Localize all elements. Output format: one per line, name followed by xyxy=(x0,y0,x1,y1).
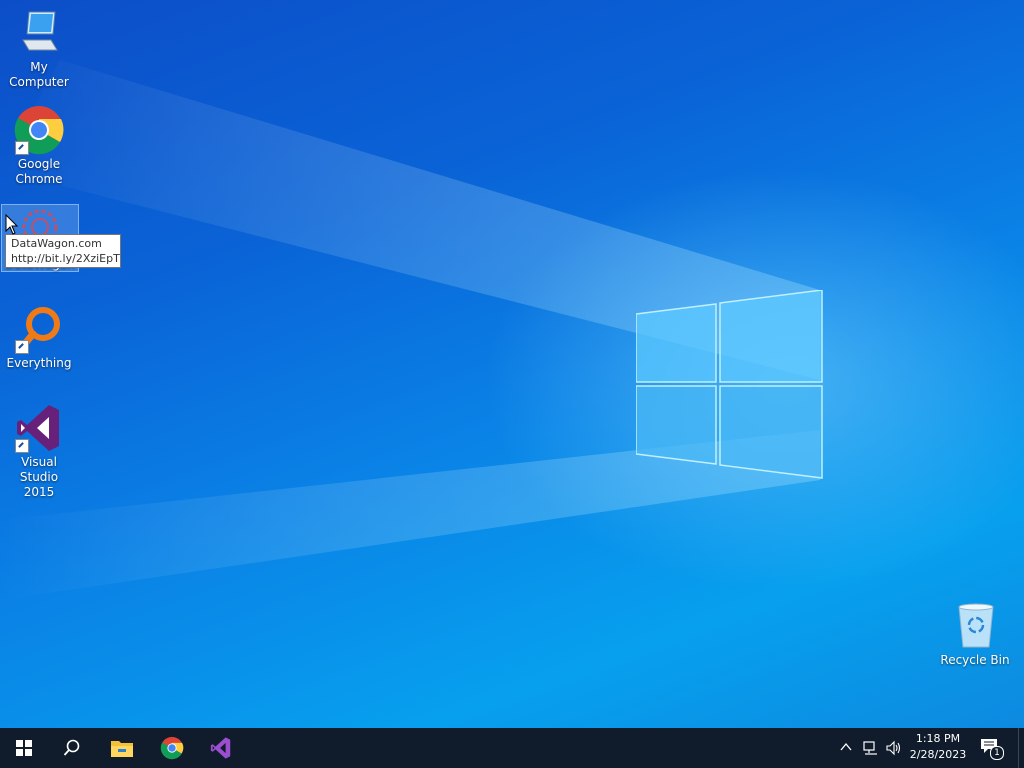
shortcut-arrow-icon xyxy=(15,439,29,453)
network-icon[interactable] xyxy=(863,740,879,756)
desktop-icon-visual-studio[interactable]: Visual Studio 2015 xyxy=(1,403,77,500)
search-button[interactable] xyxy=(48,728,96,768)
desktop[interactable]: My Computer Google Chrome DataWagon xyxy=(0,0,1024,728)
taskbar: 1:18 PM 2/28/2023 1 xyxy=(0,728,1024,768)
taskbar-clock[interactable]: 1:18 PM 2/28/2023 xyxy=(905,731,971,763)
mouse-cursor-icon xyxy=(5,214,19,235)
tooltip-title: DataWagon.com xyxy=(11,237,102,250)
desktop-icon-my-computer[interactable]: My Computer xyxy=(1,8,77,90)
shortcut-arrow-icon xyxy=(15,141,29,155)
search-icon xyxy=(63,739,80,756)
recycle-bin-icon xyxy=(949,601,1001,651)
icon-label: Google Chrome xyxy=(15,157,63,186)
icon-tooltip: DataWagon.com http://bit.ly/2XziEpT xyxy=(5,234,121,268)
chrome-icon xyxy=(13,105,65,155)
file-explorer-icon xyxy=(111,741,133,757)
computer-icon xyxy=(13,8,65,58)
icon-label: Recycle Bin xyxy=(940,653,1010,667)
everything-icon xyxy=(13,304,65,354)
visual-studio-icon xyxy=(13,403,65,453)
icon-label: My Computer xyxy=(9,60,69,89)
desktop-icon-everything[interactable]: Everything xyxy=(1,304,77,371)
wallpaper-light-beams xyxy=(0,60,820,600)
chrome-icon xyxy=(160,736,184,760)
windows-logo-wallpaper xyxy=(636,290,823,479)
action-center-button[interactable]: 1 xyxy=(980,738,1004,760)
show-hidden-icons-chevron-up-icon[interactable] xyxy=(840,741,852,753)
taskbar-chrome[interactable] xyxy=(148,728,196,768)
taskbar-file-explorer[interactable] xyxy=(98,728,146,768)
taskbar-visual-studio[interactable] xyxy=(197,728,245,768)
start-icon xyxy=(16,740,32,756)
icon-label: Everything xyxy=(6,356,72,370)
volume-icon[interactable] xyxy=(886,740,902,756)
desktop-icon-google-chrome[interactable]: Google Chrome xyxy=(1,105,77,187)
desktop-icon-recycle-bin[interactable]: Recycle Bin xyxy=(937,601,1013,668)
visual-studio-icon xyxy=(210,737,231,759)
shortcut-arrow-icon xyxy=(15,340,29,354)
clock-time: 1:18 PM xyxy=(915,732,961,745)
show-desktop-button[interactable] xyxy=(1018,728,1024,768)
notification-count-badge: 1 xyxy=(990,746,1004,760)
icon-label: Visual Studio 2015 xyxy=(19,455,59,499)
tooltip-url: http://bit.ly/2XziEpT xyxy=(11,252,120,265)
start-button[interactable] xyxy=(0,728,48,768)
clock-date: 2/28/2023 xyxy=(909,748,967,761)
